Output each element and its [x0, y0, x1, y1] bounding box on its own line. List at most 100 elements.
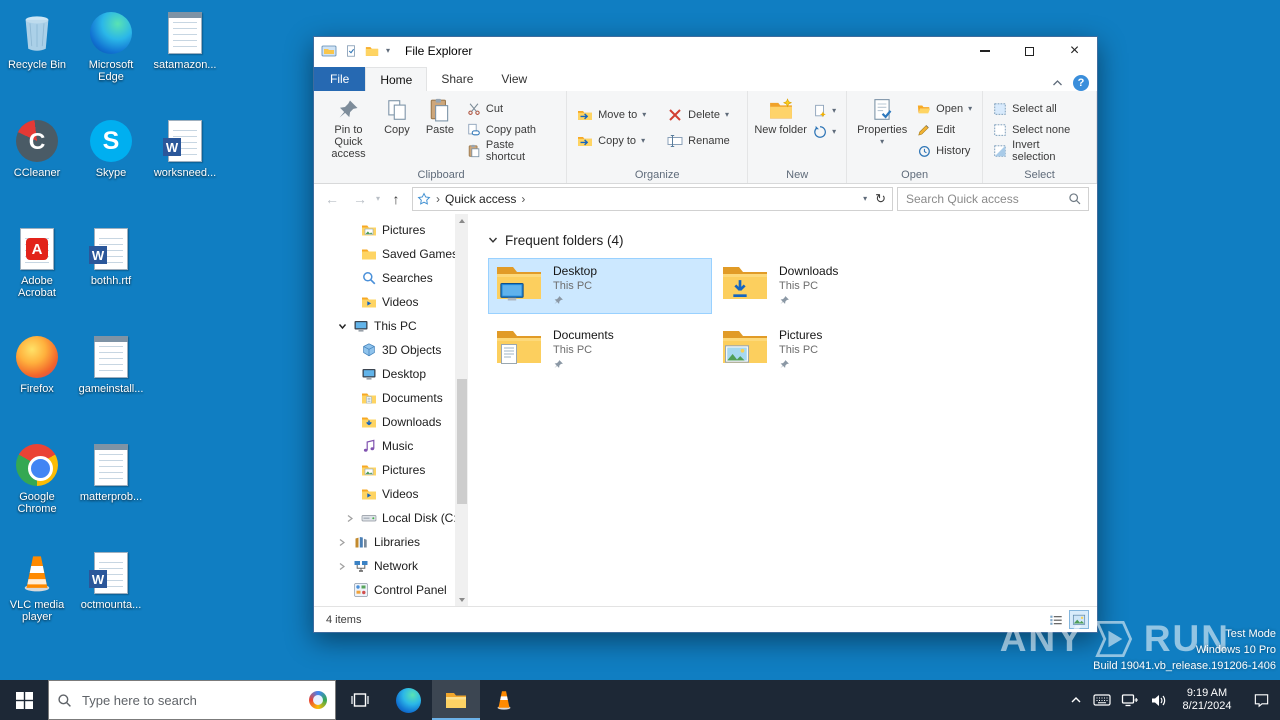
- desktop-icon-vlc[interactable]: VLC media player: [0, 550, 74, 623]
- desktop-icon-matterprob[interactable]: matterprob...: [74, 442, 148, 503]
- move-to-button[interactable]: Move to ▾: [572, 105, 662, 126]
- breadcrumb[interactable]: › Quick access › ▾ ↻: [412, 187, 893, 211]
- scroll-down-arrow[interactable]: [455, 593, 468, 606]
- nav-item-desktop[interactable]: Desktop: [314, 362, 468, 386]
- qat-dropdown-button[interactable]: ▾: [386, 47, 390, 55]
- desktop-icon-google-chrome[interactable]: Google Chrome: [0, 442, 74, 515]
- details-view-button[interactable]: [1046, 610, 1066, 629]
- close-button[interactable]: ×: [1052, 37, 1097, 65]
- desktop-icon-octmounta[interactable]: octmounta...: [74, 550, 148, 611]
- frequent-folders-header[interactable]: Frequent folders (4): [488, 228, 1097, 252]
- desktop-icon-bothh-rtf[interactable]: bothh.rtf: [74, 226, 148, 287]
- recent-locations-button[interactable]: ▾: [376, 195, 380, 203]
- desktop-icon-satamazon[interactable]: satamazon...: [148, 10, 222, 71]
- start-button[interactable]: [0, 680, 48, 720]
- qat-new-folder-button[interactable]: [365, 44, 379, 58]
- taskbar-vlc-button[interactable]: [480, 680, 528, 720]
- copy-path-button[interactable]: Copy path: [462, 119, 561, 140]
- open-button[interactable]: Open ▾: [912, 98, 977, 119]
- desktop-icon-recycle-bin[interactable]: Recycle Bin: [0, 10, 74, 71]
- taskbar-search-input[interactable]: [80, 692, 301, 709]
- forward-button[interactable]: →: [348, 187, 372, 211]
- nav-item-control-panel[interactable]: Control Panel: [314, 578, 468, 602]
- collapse-chevron-icon[interactable]: [336, 538, 348, 547]
- qat-properties-button[interactable]: [344, 44, 358, 58]
- delete-button[interactable]: Delete ▾: [662, 105, 742, 126]
- nav-item-local-disk-c[interactable]: Local Disk (C:): [314, 506, 468, 530]
- tab-home[interactable]: Home: [365, 67, 427, 91]
- minimize-ribbon-icon[interactable]: [1052, 79, 1063, 87]
- desktop-icon-skype[interactable]: Skype: [74, 118, 148, 179]
- refresh-button[interactable]: ↻: [875, 191, 886, 207]
- tab-file[interactable]: File: [314, 67, 365, 91]
- rename-button[interactable]: Rename: [662, 131, 742, 152]
- select-all-button[interactable]: Select all: [988, 98, 1091, 119]
- nav-item-documents[interactable]: Documents: [314, 386, 468, 410]
- nav-item-searches[interactable]: Searches: [314, 266, 468, 290]
- folder-tile-documents[interactable]: Documents This PC: [488, 322, 712, 378]
- up-button[interactable]: ↑: [384, 187, 408, 211]
- taskbar-clock[interactable]: 9:19 AM 8/21/2024: [1172, 680, 1242, 720]
- desktop-icon-adobe-acrobat[interactable]: Adobe Acrobat: [0, 226, 74, 299]
- minimize-button[interactable]: [962, 37, 1007, 65]
- copy-to-button[interactable]: Copy to ▾: [572, 131, 662, 152]
- invert-selection-button[interactable]: Invert selection: [988, 140, 1091, 161]
- nav-item-3d-objects[interactable]: 3D Objects: [314, 338, 468, 362]
- search-icon[interactable]: [1068, 192, 1082, 206]
- nav-item-pictures[interactable]: Pictures: [314, 458, 468, 482]
- address-dropdown-button[interactable]: ▾: [863, 195, 867, 203]
- copy-button[interactable]: Copy: [376, 94, 418, 136]
- nav-item-libraries[interactable]: Libraries: [314, 530, 468, 554]
- new-item-button[interactable]: ▾: [808, 100, 841, 121]
- nav-item-videos-qa[interactable]: Videos: [314, 290, 468, 314]
- nav-scrollbar[interactable]: [455, 214, 468, 606]
- pin-to-quick-access-button[interactable]: Pin to Quick access: [321, 94, 376, 160]
- taskbar-edge-button[interactable]: [384, 680, 432, 720]
- edit-button[interactable]: Edit: [912, 119, 977, 140]
- folder-tile-pictures[interactable]: Pictures This PC: [714, 322, 938, 378]
- desktop-icon-microsoft-edge[interactable]: Microsoft Edge: [74, 10, 148, 83]
- scroll-up-arrow[interactable]: [455, 214, 468, 227]
- nav-item-music[interactable]: Music: [314, 434, 468, 458]
- explorer-search-input[interactable]: [904, 191, 1068, 207]
- collapse-chevron-icon[interactable]: [344, 514, 356, 523]
- history-button[interactable]: History: [912, 140, 977, 161]
- easy-access-button[interactable]: ▾: [808, 121, 841, 142]
- paste-shortcut-button[interactable]: Paste shortcut: [462, 140, 561, 161]
- desktop-icon-worksneed[interactable]: worksneed...: [148, 118, 222, 179]
- nav-item-saved-games[interactable]: Saved Games: [314, 242, 468, 266]
- search-highlights-icon[interactable]: [309, 691, 327, 709]
- properties-button[interactable]: Properties ▾: [852, 94, 912, 146]
- hidden-icons-button[interactable]: [1064, 680, 1088, 720]
- cut-button[interactable]: Cut: [462, 98, 561, 119]
- help-button[interactable]: [1073, 75, 1089, 91]
- collapse-chevron-icon[interactable]: [336, 562, 348, 571]
- breadcrumb-location[interactable]: Quick access: [445, 192, 516, 206]
- nav-item-network[interactable]: Network: [314, 554, 468, 578]
- select-none-button[interactable]: Select none: [988, 119, 1091, 140]
- breadcrumb-chevron-icon[interactable]: ›: [521, 192, 525, 206]
- back-button[interactable]: ←: [320, 187, 344, 211]
- new-folder-button[interactable]: New folder: [753, 94, 808, 136]
- section-collapse-chevron-icon[interactable]: [488, 235, 498, 245]
- expand-chevron-icon[interactable]: [336, 322, 348, 331]
- scrollbar-thumb[interactable]: [457, 379, 467, 504]
- folder-tile-desktop[interactable]: Desktop This PC: [488, 258, 712, 314]
- paste-button[interactable]: Paste: [418, 94, 462, 136]
- desktop-icon-gameinstall[interactable]: gameinstall...: [74, 334, 148, 395]
- taskbar-file-explorer-button[interactable]: [432, 680, 480, 720]
- tab-share[interactable]: Share: [427, 67, 487, 91]
- icons-view-button[interactable]: [1069, 610, 1089, 629]
- network-button[interactable]: [1116, 680, 1144, 720]
- title-bar[interactable]: ▾ File Explorer ×: [314, 37, 1097, 65]
- nav-item-downloads[interactable]: Downloads: [314, 410, 468, 434]
- nav-item-this-pc[interactable]: This PC: [314, 314, 468, 338]
- action-center-button[interactable]: [1242, 680, 1280, 720]
- desktop-icon-ccleaner[interactable]: CCleaner: [0, 118, 74, 179]
- taskbar-search-box[interactable]: [48, 680, 336, 720]
- nav-item-pictures-qa[interactable]: Pictures: [314, 218, 468, 242]
- tab-view[interactable]: View: [487, 67, 541, 91]
- volume-button[interactable]: [1144, 680, 1172, 720]
- touch-keyboard-button[interactable]: [1088, 680, 1116, 720]
- task-view-button[interactable]: [336, 680, 384, 720]
